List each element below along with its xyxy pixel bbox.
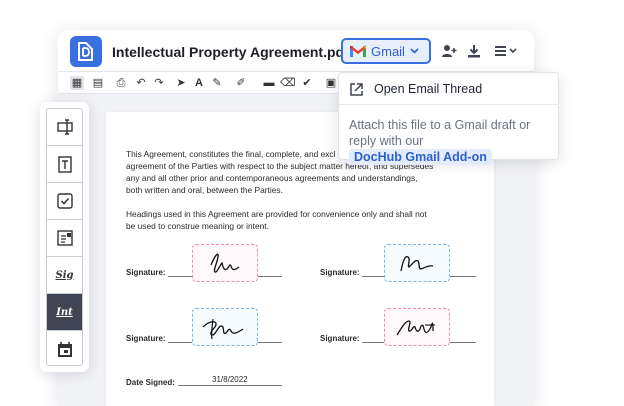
signature-field-4[interactable] — [384, 308, 450, 346]
text-tool-icon[interactable]: A — [192, 76, 206, 90]
checkbox-icon — [56, 193, 73, 209]
signature-3-image — [202, 318, 244, 340]
dochub-logo-icon — [78, 42, 93, 61]
date-line — [178, 385, 282, 386]
signature-2-image — [400, 255, 434, 272]
open-email-thread-item[interactable]: Open Email Thread — [339, 73, 558, 105]
tools-sidebar-panel: Sig Int — [46, 108, 83, 366]
date-signed-label: Date Signed: — [126, 378, 175, 387]
grid-view-icon[interactable]: ▦ — [70, 76, 84, 90]
paragraph-2-line: Headings used in this Agreement are prov… — [126, 209, 427, 219]
gmail-dropdown: Open Email Thread Attach this file to a … — [338, 72, 559, 165]
signature-label: Signature: — [320, 268, 360, 277]
form-field-tool[interactable] — [47, 220, 82, 257]
dochub-gmail-addon-link[interactable]: DocHub Gmail Add-on — [349, 149, 492, 165]
gmail-icon — [350, 45, 366, 57]
date-tool[interactable] — [47, 331, 82, 365]
header-bar: Intellectual Property Agreement.pdf Gmai… — [58, 30, 534, 72]
image-icon[interactable]: ▣ — [324, 76, 338, 90]
text-box-icon — [57, 156, 72, 173]
tools-sidebar: Sig Int — [40, 102, 89, 372]
signature-field-3[interactable] — [192, 308, 258, 346]
paragraph-2: Headings used in this Agreement are prov… — [126, 208, 438, 232]
eraser-icon[interactable]: ⌫ — [280, 76, 296, 90]
signature-field-1[interactable] — [192, 244, 258, 282]
gmail-addon-description-text: Attach this file to a Gmail draft or rep… — [349, 118, 531, 148]
open-email-thread-label: Open Email Thread — [374, 82, 483, 96]
text-field-tool[interactable] — [47, 109, 82, 146]
download-icon[interactable] — [466, 43, 482, 59]
initials-tool-label: Int — [56, 306, 73, 318]
signature-tool-label: Sig — [55, 269, 74, 281]
pointer-icon[interactable]: ➤ — [174, 76, 188, 90]
calendar-icon — [57, 341, 72, 357]
pen-icon[interactable]: ✐ — [234, 76, 248, 90]
single-page-icon[interactable]: ▤ — [91, 76, 105, 90]
undo-icon[interactable]: ↶ — [134, 76, 148, 90]
checkbox-tool[interactable] — [47, 183, 82, 220]
signature-label: Signature: — [126, 268, 166, 277]
document-title: Intellectual Property Agreement.pdf — [112, 44, 349, 60]
form-field-icon — [56, 230, 73, 246]
initials-tool[interactable]: Int — [47, 294, 82, 331]
gmail-button-label: Gmail — [371, 43, 405, 59]
paragraph-2-line: be used to construe meaning or intent. — [126, 221, 269, 231]
gmail-addon-description-prefix: with our — [379, 134, 424, 148]
gmail-addon-description: Attach this file to a Gmail draft or rep… — [349, 117, 554, 165]
signature-field-2[interactable] — [384, 244, 450, 282]
highlighter-icon[interactable]: ✎ — [210, 76, 224, 90]
external-link-icon — [350, 83, 363, 96]
comment-icon[interactable]: ▬ — [262, 76, 276, 90]
print-icon[interactable]: ⎙ — [114, 76, 128, 90]
signature-1-image — [210, 253, 240, 273]
menu-icon[interactable] — [493, 43, 519, 59]
signature-label: Signature: — [126, 334, 166, 343]
text-field-icon — [56, 119, 73, 135]
date-signed-value[interactable]: 31/8/2022 — [212, 375, 248, 384]
paragraph-1-line: both written and oral, between the Parti… — [126, 185, 283, 195]
signature-4-image — [396, 320, 435, 336]
signature-tool[interactable]: Sig — [47, 257, 82, 294]
text-box-tool[interactable] — [47, 146, 82, 183]
redo-icon[interactable]: ↷ — [152, 76, 166, 90]
gmail-button[interactable]: Gmail — [341, 38, 431, 64]
checkmark-icon[interactable]: ✔ — [300, 76, 314, 90]
signature-label: Signature: — [320, 334, 360, 343]
paragraph-1-line: any and all other prior and contemporane… — [126, 173, 418, 183]
add-user-icon[interactable] — [441, 43, 457, 59]
dochub-logo[interactable] — [70, 36, 102, 67]
chevron-down-icon — [410, 48, 419, 54]
